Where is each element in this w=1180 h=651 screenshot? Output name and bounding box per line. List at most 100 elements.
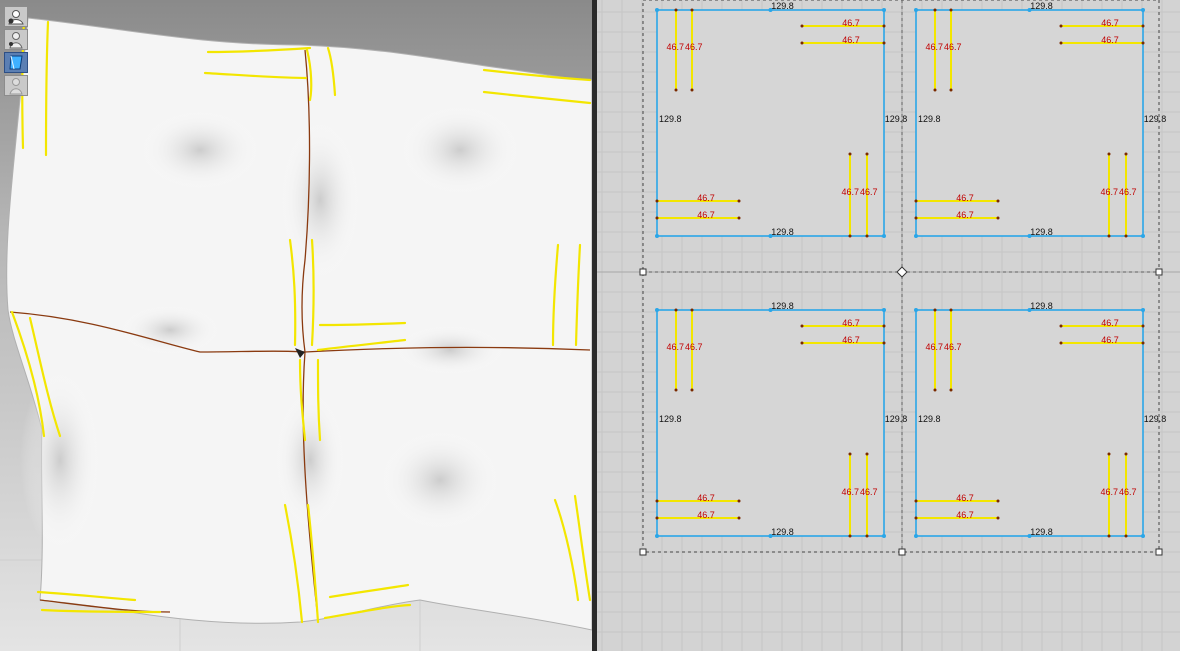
strap-point (1107, 152, 1111, 156)
3d-scene (0, 0, 592, 651)
strap-point (674, 388, 678, 392)
2d-pattern-window[interactable]: 129.8 129.8 129.8 129.8 46.7 46.7 46.7 46.7 46.7… (597, 0, 1180, 651)
avatar-hide-icon (5, 30, 27, 49)
strap-point (1124, 534, 1128, 538)
show-avatar-button[interactable] (4, 6, 28, 27)
outline-point[interactable] (882, 8, 886, 12)
strap-point (690, 8, 694, 12)
strap-point (1141, 341, 1145, 345)
outline-point[interactable] (655, 308, 659, 312)
outline-point[interactable] (882, 308, 886, 312)
strap-point (690, 308, 694, 312)
dimension-label: 129.8 (1144, 114, 1167, 124)
3d-viewport[interactable] (0, 0, 592, 651)
dimension-label: 46.7 (685, 42, 703, 52)
dimension-label: 46.7 (956, 510, 974, 520)
handle-left[interactable] (639, 268, 647, 276)
tool-palette (4, 6, 28, 98)
center-pivot-handle[interactable] (896, 266, 908, 278)
dimension-label: 129.8 (771, 227, 794, 237)
strap-point (933, 88, 937, 92)
strap-point (800, 324, 804, 328)
outline-point[interactable] (914, 308, 918, 312)
fold-shade (140, 110, 260, 190)
strap-point (933, 308, 937, 312)
dimension-label: 129.8 (659, 114, 682, 124)
dimension-label: 129.8 (885, 114, 908, 124)
strap-point (933, 8, 937, 12)
dimension-label: 129.8 (771, 527, 794, 537)
strap-point (914, 499, 918, 503)
strap-point (1059, 341, 1063, 345)
dimension-label: 129.8 (1030, 527, 1053, 537)
dimension-label: 46.7 (925, 42, 943, 52)
outline-point[interactable] (914, 534, 918, 538)
avatar-ghost-icon (5, 76, 27, 95)
strap-point (996, 216, 1000, 220)
outline-point[interactable] (882, 534, 886, 538)
dimension-label: 46.7 (956, 493, 974, 503)
outline-point[interactable] (655, 8, 659, 12)
show-fabric-button[interactable] (4, 52, 28, 73)
dimension-label: 46.7 (944, 342, 962, 352)
handle-right[interactable] (1155, 268, 1163, 276)
strap-point (1107, 534, 1111, 538)
dimension-label: 46.7 (842, 35, 860, 45)
dimension-label: 129.8 (1030, 1, 1053, 11)
strap-point (737, 499, 741, 503)
strap-point (1124, 234, 1128, 238)
dimension-label: 129.8 (918, 114, 941, 124)
pattern-piece-bottom-right[interactable]: 129.8129.8129.8 129.846.7 46.746.746.746.7… (914, 301, 1166, 538)
strap-point (1059, 324, 1063, 328)
strap-point (737, 516, 741, 520)
dimension-label: 46.7 (697, 510, 715, 520)
show-ghost-button[interactable] (4, 75, 28, 96)
dimension-label: 46.7 (956, 210, 974, 220)
strap-point (882, 41, 886, 45)
outline-point[interactable] (1141, 308, 1145, 312)
avatar-eye-icon (5, 7, 27, 26)
strap-point (1107, 234, 1111, 238)
pattern-piece-bottom-left[interactable]: 129.8129.8129.8 129.846.7 46.746.746.746.7… (655, 301, 907, 538)
strap-point (996, 516, 1000, 520)
outline-point[interactable] (882, 234, 886, 238)
dimension-label: 46.7 (697, 210, 715, 220)
strap-point (1124, 152, 1128, 156)
strap-point (655, 199, 659, 203)
pattern-piece-top-right[interactable]: 129.8129.8129.8 129.846.7 46.746.746.746.7… (914, 1, 1166, 238)
outline-point[interactable] (914, 234, 918, 238)
hide-avatar-button[interactable] (4, 29, 28, 50)
strap-point (949, 88, 953, 92)
dimension-label: 46.7 (841, 187, 859, 197)
dimension-label: 46.7 (1101, 18, 1119, 28)
strap-point (949, 308, 953, 312)
strap-point (882, 24, 886, 28)
dimension-label: 46.7 (841, 487, 859, 497)
outline-point[interactable] (914, 8, 918, 12)
dimension-label: 46.7 (1100, 187, 1118, 197)
outline-point[interactable] (1141, 234, 1145, 238)
outline-point[interactable] (655, 234, 659, 238)
outline-point[interactable] (1141, 534, 1145, 538)
dimension-label: 46.7 (842, 318, 860, 328)
outline-point[interactable] (655, 534, 659, 538)
dimension-label: 46.7 (697, 493, 715, 503)
pattern-piece-top-left[interactable]: 129.8129.8129.8 129.846.7 46.746.746.746.7… (655, 1, 907, 238)
outline-point[interactable] (1141, 8, 1145, 12)
strap-point (933, 388, 937, 392)
strap-point (996, 499, 1000, 503)
strap-point (914, 199, 918, 203)
strap-point (674, 308, 678, 312)
handle-bottom-right[interactable] (1155, 548, 1163, 556)
strap-point (1141, 41, 1145, 45)
strap-point (914, 516, 918, 520)
strap-point (737, 216, 741, 220)
strap-point (690, 388, 694, 392)
dimension-label: 129.8 (771, 1, 794, 11)
handle-bottom[interactable] (898, 548, 906, 556)
dimension-label: 46.7 (925, 342, 943, 352)
dimension-label: 129.8 (1030, 301, 1053, 311)
handle-bottom-left[interactable] (639, 548, 647, 556)
dimension-label: 46.7 (1119, 487, 1137, 497)
fabric-icon (5, 53, 27, 72)
